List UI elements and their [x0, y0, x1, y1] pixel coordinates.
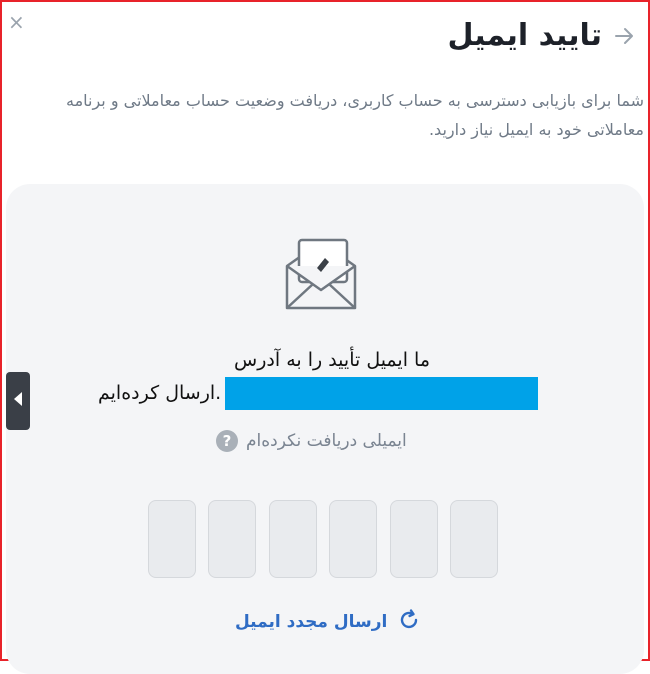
close-icon[interactable]: ×: [8, 12, 25, 32]
no-email-link[interactable]: ایمیلی دریافت نکرده‌ام ?: [216, 428, 407, 454]
chevron-left-icon: [12, 391, 24, 411]
resend-email-button[interactable]: ارسال مجدد ایمیل: [235, 608, 421, 636]
sent-message-prefix: ما ایمیل تأیید را به آدرس: [234, 349, 430, 371]
otp-digit-input[interactable]: [268, 500, 317, 578]
side-panel-toggle[interactable]: [6, 372, 30, 430]
otp-input-row: [148, 500, 498, 580]
otp-digit-input[interactable]: [208, 500, 257, 578]
no-email-label: ایمیلی دریافت نکرده‌ام: [246, 431, 407, 451]
otp-digit-input[interactable]: [329, 500, 378, 578]
question-circle-icon: ?: [216, 430, 238, 452]
resend-email-label: ارسال مجدد ایمیل: [235, 612, 388, 632]
dialog-title: تایید ایمیل: [447, 18, 603, 53]
refresh-icon: [397, 608, 421, 636]
otp-digit-input[interactable]: [389, 500, 438, 578]
email-address-redacted: [225, 376, 539, 410]
dialog-description: شما برای بازیابی دسترسی به حساب کاربری، …: [66, 91, 644, 139]
sent-message-line: ارسال کرده‌ایم.: [98, 376, 539, 410]
dialog-header: تایید ایمیل: [448, 16, 637, 56]
arrow-right-icon[interactable]: [612, 24, 636, 48]
otp-digit-input[interactable]: [148, 500, 196, 578]
sent-message-suffix: ارسال کرده‌ایم.: [98, 382, 222, 404]
envelope-pencil-icon: [281, 236, 361, 312]
otp-digit-input[interactable]: [449, 500, 498, 578]
